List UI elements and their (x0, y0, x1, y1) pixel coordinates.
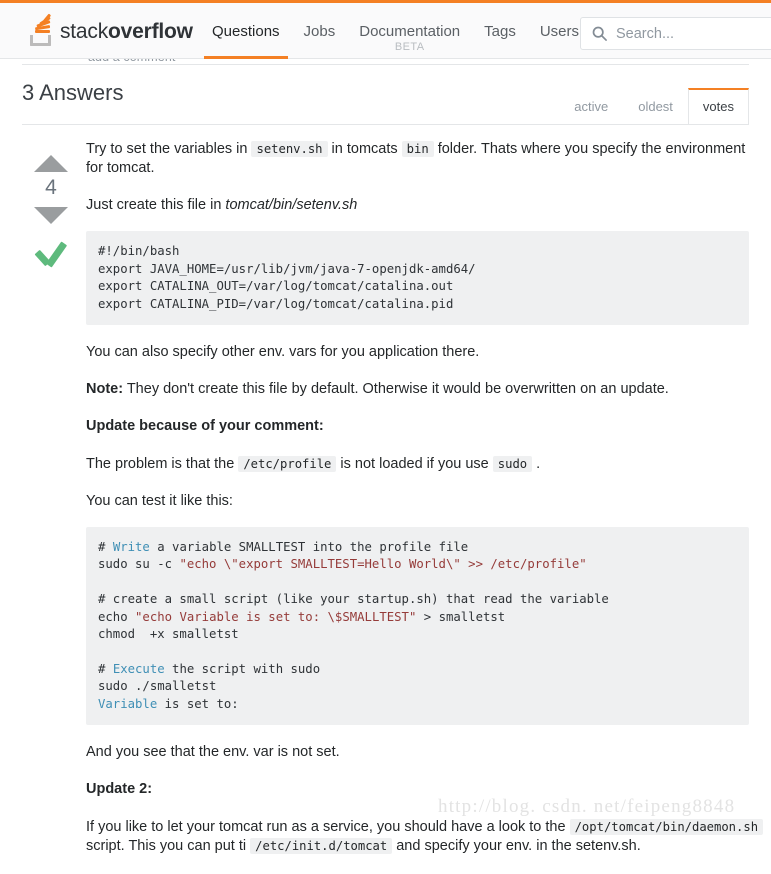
answer-paragraph-1: Try to set the variables in setenv.sh in… (86, 140, 766, 178)
p8-text-b: script. This you can put ti (86, 837, 251, 854)
p5-text-b: is not loaded if you use (336, 455, 493, 472)
p2-emphasis-path: tomcat/bin/setenv.sh (225, 197, 358, 214)
p1-text-b: in tomcats (327, 141, 402, 157)
code-block-setenv: #!/bin/bash export JAVA_HOME=/usr/lib/jv… (86, 231, 749, 326)
nav-item-jobs-label: Jobs (303, 23, 336, 40)
logo-tray-shape (30, 35, 51, 46)
nav-item-documentation[interactable]: Documentation BETA (347, 6, 472, 59)
answer-paragraph-2: Just create this file in tomcat/bin/sete… (86, 196, 766, 215)
search-input[interactable] (616, 25, 771, 42)
inline-code-sudo: sudo (492, 455, 533, 472)
stackoverflow-logo-icon (28, 13, 55, 47)
sort-tab-oldest[interactable]: oldest (623, 88, 688, 125)
update-2-heading-text: Update 2: (86, 781, 153, 798)
p5-text-c: . (532, 455, 541, 472)
answer-paragraph-7: And you see that the env. var is not set… (86, 744, 340, 761)
vote-down-arrow-icon[interactable] (34, 207, 68, 224)
answers-header-divider (22, 124, 749, 125)
answer-paragraph-5: The problem is that the /etc/profile is … (86, 455, 766, 474)
update-1-heading-text: Update because of your comment: (86, 418, 324, 435)
inline-code-daemon-sh: /opt/tomcat/bin/daemon.sh (569, 818, 764, 835)
nav-item-questions[interactable]: Questions (200, 6, 292, 59)
code-block-smalltest-test: # Write a variable SMALLTEST into the pr… (86, 526, 749, 726)
vote-score: 4 (45, 176, 57, 199)
logo-wordmark: stackoverflow (60, 20, 193, 44)
vote-column: 4 (22, 155, 80, 268)
nav-item-tags[interactable]: Tags (472, 6, 528, 59)
sort-tab-active-label: active (574, 99, 609, 114)
answers-count-title: 3 Answers (22, 80, 124, 105)
search-box[interactable] (580, 17, 771, 50)
sort-tab-votes[interactable]: votes (687, 88, 749, 125)
nav-item-documentation-beta-badge: BETA (394, 41, 425, 53)
nav-item-documentation-label: Documentation (359, 23, 461, 40)
nav-item-questions-label: Questions (212, 23, 280, 40)
vote-up-arrow-icon[interactable] (34, 155, 68, 172)
p8-text-c: and specify your env. in the setenv.sh. (392, 837, 641, 854)
note-text: They don't create this file by default. … (123, 381, 669, 398)
answer-paragraph-note: Note: They don't create this file by def… (86, 380, 766, 399)
answer-paragraph-3: You can also specify other env. vars for… (86, 344, 480, 361)
logo-word-stack: stack (60, 20, 109, 43)
accepted-answer-checkmark-icon[interactable] (34, 242, 68, 268)
answer-paragraph-8: If you like to let your tomcat run as a … (86, 818, 766, 856)
answer-heading-update-1: Update because of your comment: (86, 417, 766, 436)
search-icon (592, 26, 607, 41)
inline-code-bin: bin (401, 141, 434, 157)
answer-body: Try to set the variables in setenv.sh in… (86, 140, 766, 874)
logo-bar-1 (35, 30, 50, 33)
logo-word-overflow: overflow (108, 20, 193, 43)
p8-text-a: If you like to let your tomcat run as a … (86, 818, 570, 835)
nav-item-jobs[interactable]: Jobs (292, 6, 348, 59)
background-divider (22, 64, 749, 65)
p2-text-a: Just create this file in (86, 197, 226, 214)
answers-header: 3 Answers active oldest votes (22, 80, 749, 125)
answer-sort-tabs: active oldest votes (559, 88, 749, 125)
note-label: Note: (86, 381, 124, 398)
inline-code-setenv-sh: setenv.sh (251, 141, 328, 157)
stackoverflow-logo[interactable]: stackoverflow (28, 13, 193, 48)
sort-tab-votes-label: votes (702, 99, 734, 114)
p1-text-a: Try to set the variables in (86, 141, 252, 157)
sort-tab-active[interactable]: active (559, 88, 623, 125)
site-header: stackoverflow Questions Jobs Documentati… (0, 3, 771, 59)
answer-heading-update-2: Update 2: (86, 780, 766, 799)
main-navigation: Questions Jobs Documentation BETA Tags U… (200, 6, 591, 59)
p5-text-a: The problem is that the (86, 455, 239, 472)
nav-item-users-label: Users (539, 23, 579, 40)
inline-code-etc-profile: /etc/profile (238, 455, 337, 472)
inline-code-init-d-tomcat: /etc/init.d/tomcat (250, 837, 393, 854)
answer-paragraph-6: You can test it like this: (86, 492, 233, 509)
sort-tab-oldest-label: oldest (638, 99, 673, 114)
nav-item-tags-label: Tags (484, 23, 516, 40)
